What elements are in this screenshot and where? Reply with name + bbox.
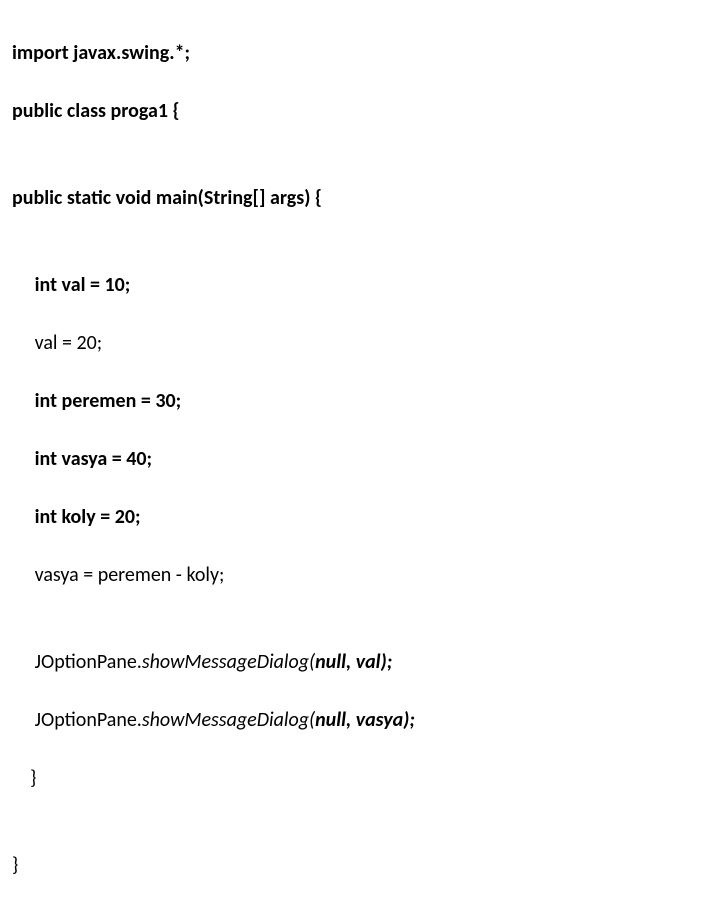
code-line: int val = 10;: [12, 271, 708, 300]
code-line: vasya = peremen - koly;: [12, 561, 708, 590]
code-line: import javax.swing.*;: [12, 39, 708, 68]
code-line: JOptionPane.showMessageDialog(null, vasy…: [12, 706, 708, 735]
code-line: }: [12, 851, 708, 880]
code-line: public class proga1 {: [12, 97, 708, 126]
code-line: int vasya = 40;: [12, 445, 708, 474]
code-line: val = 20;: [12, 329, 708, 358]
code-line: }: [12, 764, 708, 793]
code-line: int koly = 20;: [12, 503, 708, 532]
code-line: JOptionPane.showMessageDialog(null, val)…: [12, 648, 708, 677]
code-line: public static void main(String[] args) {: [12, 184, 708, 213]
code-line: int peremen = 30;: [12, 387, 708, 416]
code-block: import javax.swing.*; public class proga…: [0, 0, 720, 919]
